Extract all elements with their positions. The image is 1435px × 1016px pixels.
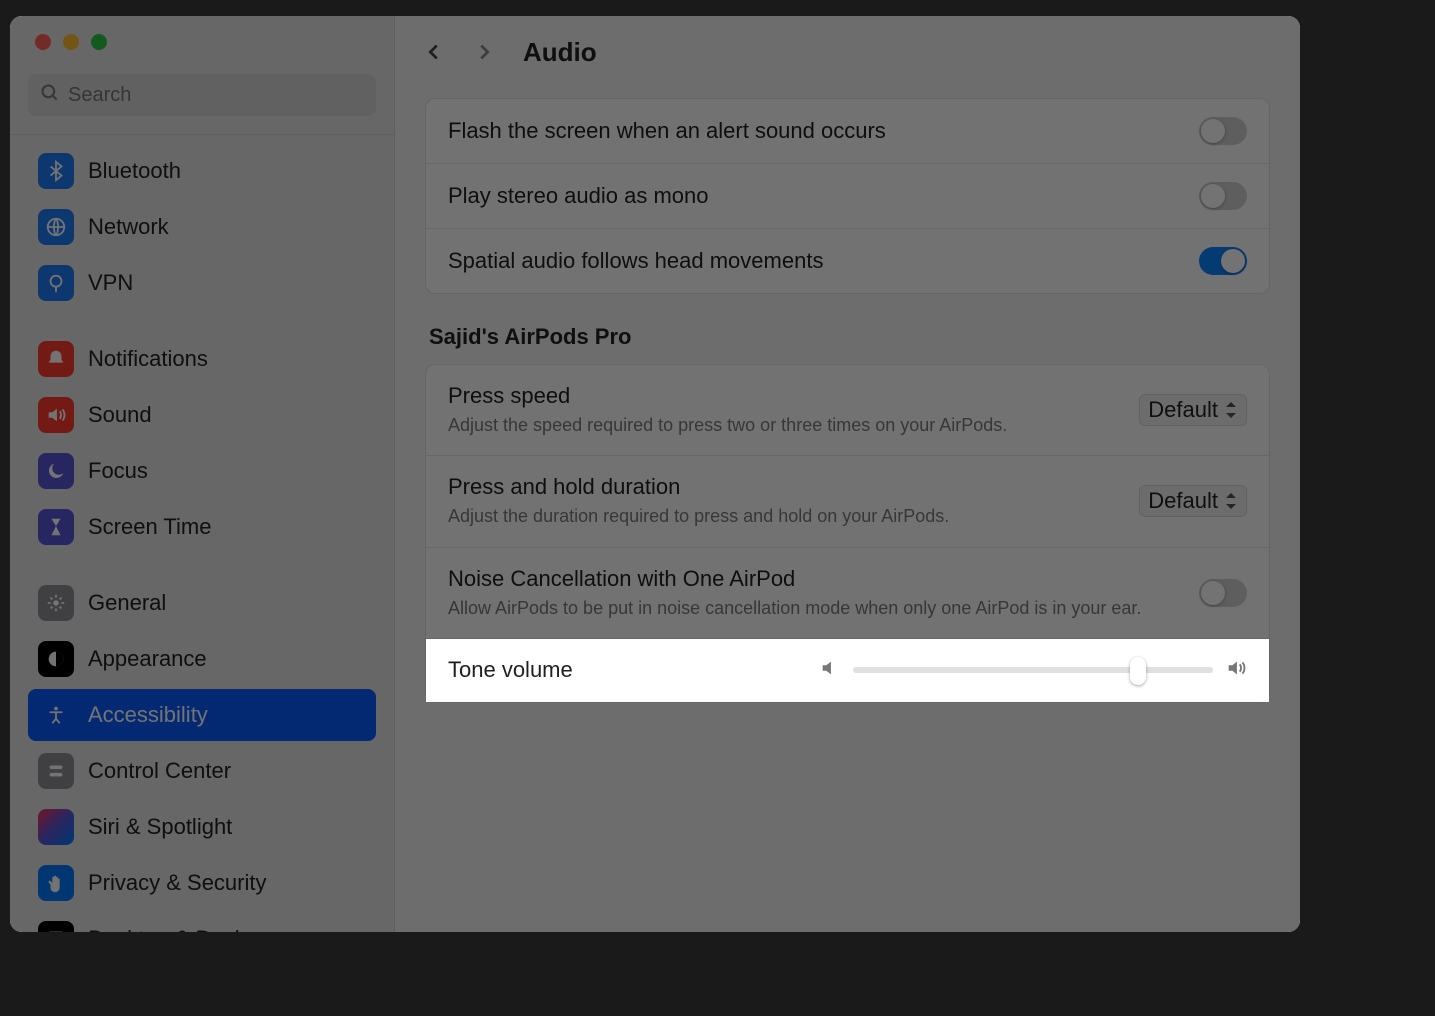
toggle-flash-screen[interactable] bbox=[1199, 117, 1247, 145]
desc-noise-cancel: Allow AirPods to be put in noise cancell… bbox=[448, 596, 1168, 620]
sidebar-item-screentime[interactable]: Screen Time bbox=[28, 501, 376, 553]
sidebar-item-bluetooth[interactable]: Bluetooth bbox=[28, 145, 376, 197]
sidebar-item-label: General bbox=[88, 590, 166, 616]
sidebar-item-label: Notifications bbox=[88, 346, 208, 372]
content[interactable]: Flash the screen when an alert sound occ… bbox=[395, 88, 1300, 743]
row-press-speed: Press speed Adjust the speed required to… bbox=[426, 365, 1269, 456]
airpods-group: Press speed Adjust the speed required to… bbox=[425, 364, 1270, 703]
sidebar-item-label: VPN bbox=[88, 270, 133, 296]
row-noise-cancel: Noise Cancellation with One AirPod Allow… bbox=[426, 548, 1269, 639]
appearance-icon bbox=[38, 641, 74, 677]
sidebar-item-focus[interactable]: Focus bbox=[28, 445, 376, 497]
select-press-speed-value: Default bbox=[1148, 397, 1218, 423]
select-press-hold-value: Default bbox=[1148, 488, 1218, 514]
label-flash-screen: Flash the screen when an alert sound occ… bbox=[448, 118, 1179, 144]
sidebar-item-accessibility[interactable]: Accessibility bbox=[28, 689, 376, 741]
volume-high-icon bbox=[1225, 657, 1247, 684]
main-pane: Audio Flash the screen when an alert sou… bbox=[395, 16, 1300, 932]
sidebar-item-label: Network bbox=[88, 214, 169, 240]
search-icon bbox=[40, 83, 60, 108]
label-spatial-audio: Spatial audio follows head movements bbox=[448, 248, 1179, 274]
sidebar-item-vpn[interactable]: VPN bbox=[28, 257, 376, 309]
sidebar-item-privacy[interactable]: Privacy & Security bbox=[28, 857, 376, 909]
chevron-up-down-icon bbox=[1224, 401, 1238, 419]
dock-icon bbox=[38, 921, 74, 932]
label-noise-cancel: Noise Cancellation with One AirPod bbox=[448, 566, 1179, 592]
globe-icon bbox=[38, 209, 74, 245]
tone-volume-slider[interactable] bbox=[853, 667, 1213, 673]
row-flash-screen: Flash the screen when an alert sound occ… bbox=[426, 99, 1269, 164]
speaker-icon bbox=[38, 397, 74, 433]
page-title: Audio bbox=[523, 37, 597, 68]
sidebar-item-network[interactable]: Network bbox=[28, 201, 376, 253]
bell-icon bbox=[38, 341, 74, 377]
search-input[interactable] bbox=[68, 84, 364, 107]
desc-press-hold: Adjust the duration required to press an… bbox=[448, 504, 1119, 528]
sidebar-item-notifications[interactable]: Notifications bbox=[28, 333, 376, 385]
label-mono-audio: Play stereo audio as mono bbox=[448, 183, 1179, 209]
sidebar-item-label: Control Center bbox=[88, 758, 231, 784]
settings-window: Bluetooth Network VPN Notifications Soun… bbox=[10, 16, 1300, 932]
sidebar-item-label: Siri & Spotlight bbox=[88, 814, 232, 840]
forward-button[interactable] bbox=[463, 31, 505, 73]
sidebar: Bluetooth Network VPN Notifications Soun… bbox=[10, 16, 395, 932]
device-section-title: Sajid's AirPods Pro bbox=[429, 324, 1270, 350]
slider-thumb[interactable] bbox=[1130, 657, 1146, 685]
sliders-icon bbox=[38, 753, 74, 789]
row-tone-volume: Tone volume bbox=[426, 639, 1269, 702]
label-press-hold: Press and hold duration bbox=[448, 474, 1119, 500]
sidebar-item-sound[interactable]: Sound bbox=[28, 389, 376, 441]
toggle-mono-audio[interactable] bbox=[1199, 182, 1247, 210]
toggle-spatial-audio[interactable] bbox=[1199, 247, 1247, 275]
hand-icon bbox=[38, 865, 74, 901]
moon-icon bbox=[38, 453, 74, 489]
sidebar-item-appearance[interactable]: Appearance bbox=[28, 633, 376, 685]
chevron-up-down-icon bbox=[1224, 492, 1238, 510]
minimize-button[interactable] bbox=[63, 34, 79, 50]
sidebar-list[interactable]: Bluetooth Network VPN Notifications Soun… bbox=[10, 135, 394, 932]
select-press-speed[interactable]: Default bbox=[1139, 394, 1247, 426]
sidebar-item-label: Desktop & Dock bbox=[88, 926, 246, 932]
vpn-icon bbox=[38, 265, 74, 301]
maximize-button[interactable] bbox=[91, 34, 107, 50]
sidebar-item-controlcenter[interactable]: Control Center bbox=[28, 745, 376, 797]
titlebar: Audio bbox=[395, 16, 1300, 88]
volume-low-icon bbox=[819, 657, 841, 684]
desc-press-speed: Adjust the speed required to press two o… bbox=[448, 413, 1119, 437]
search-field[interactable] bbox=[28, 74, 376, 116]
window-controls bbox=[10, 34, 394, 50]
sidebar-item-label: Sound bbox=[88, 402, 152, 428]
row-press-hold: Press and hold duration Adjust the durat… bbox=[426, 456, 1269, 547]
sidebar-item-siri[interactable]: Siri & Spotlight bbox=[28, 801, 376, 853]
label-tone-volume: Tone volume bbox=[448, 657, 573, 683]
toggle-noise-cancel[interactable] bbox=[1199, 579, 1247, 607]
close-button[interactable] bbox=[35, 34, 51, 50]
audio-options-group: Flash the screen when an alert sound occ… bbox=[425, 98, 1270, 294]
row-spatial-audio: Spatial audio follows head movements bbox=[426, 229, 1269, 293]
select-press-hold[interactable]: Default bbox=[1139, 485, 1247, 517]
label-press-speed: Press speed bbox=[448, 383, 1119, 409]
sidebar-item-label: Bluetooth bbox=[88, 158, 181, 184]
back-button[interactable] bbox=[413, 31, 455, 73]
sidebar-item-label: Accessibility bbox=[88, 702, 208, 728]
bluetooth-icon bbox=[38, 153, 74, 189]
gear-icon bbox=[38, 585, 74, 621]
sidebar-item-desktop[interactable]: Desktop & Dock bbox=[28, 913, 376, 932]
sidebar-item-label: Focus bbox=[88, 458, 148, 484]
row-mono-audio: Play stereo audio as mono bbox=[426, 164, 1269, 229]
siri-icon bbox=[38, 809, 74, 845]
accessibility-icon bbox=[38, 697, 74, 733]
sidebar-item-label: Appearance bbox=[88, 646, 207, 672]
sidebar-item-label: Screen Time bbox=[88, 514, 212, 540]
sidebar-item-general[interactable]: General bbox=[28, 577, 376, 629]
hourglass-icon bbox=[38, 509, 74, 545]
sidebar-item-label: Privacy & Security bbox=[88, 870, 267, 896]
